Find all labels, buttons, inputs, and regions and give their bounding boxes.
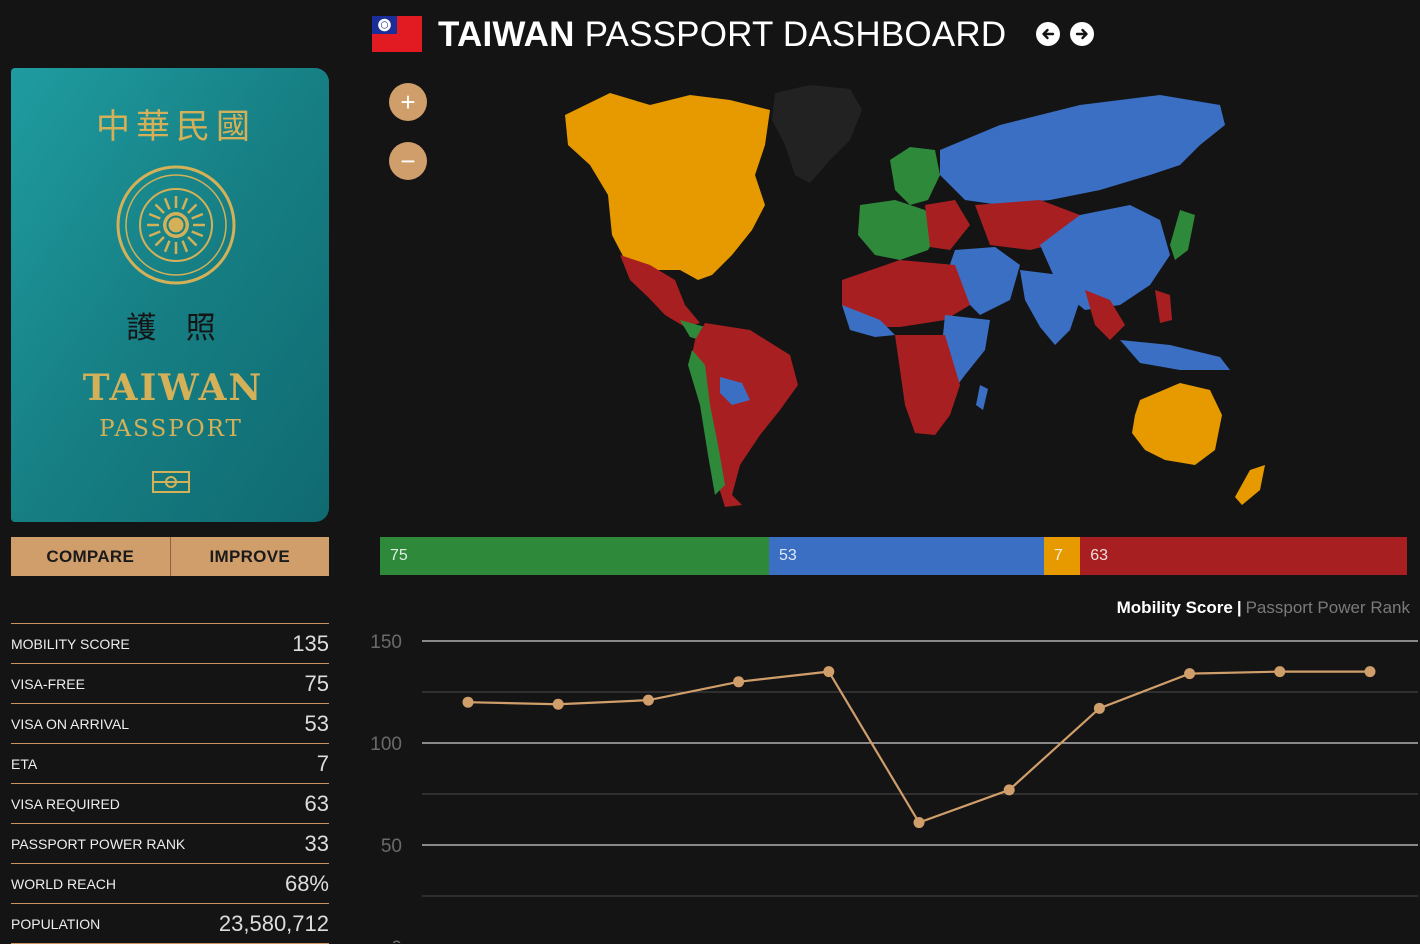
stat-value: 33: [304, 830, 329, 856]
title-rest: PASSPORT DASHBOARD: [584, 14, 1007, 54]
improve-button[interactable]: IMPROVE: [170, 537, 329, 576]
stat-row-visa-required: VISA REQUIRED 63: [11, 783, 329, 823]
mobility-score-chart: 150 100 50 0: [370, 632, 1418, 943]
data-point[interactable]: [1364, 666, 1376, 678]
chart-toggle: Mobility Score | Passport Power Rank: [1117, 598, 1410, 618]
taiwan-flag-icon: [372, 16, 422, 52]
page-title: TAIWAN PASSPORT DASHBOARD: [438, 17, 1006, 52]
arrow-left-icon: [1042, 28, 1055, 40]
map-region-greenland[interactable]: [772, 85, 862, 183]
stat-label: PASSPORT POWER RANK: [11, 835, 186, 852]
visa-on-arrival-count: 53: [779, 547, 797, 564]
visa-required-count: 63: [1090, 547, 1108, 564]
plus-icon: +: [400, 86, 416, 117]
stat-row-visa-on-arrival: VISA ON ARRIVAL 53: [11, 703, 329, 743]
stat-row-visa-free: VISA-FREE 75: [11, 663, 329, 703]
data-point[interactable]: [823, 666, 835, 678]
stat-value: 135: [292, 630, 329, 656]
visa-breakdown-bar: 75 53 7 63: [380, 537, 1407, 575]
stat-label: VISA ON ARRIVAL: [11, 715, 130, 732]
previous-button[interactable]: [1036, 22, 1061, 46]
visa-on-arrival-segment[interactable]: 53: [769, 537, 1044, 575]
data-point[interactable]: [733, 676, 745, 688]
header: TAIWAN PASSPORT DASHBOARD: [372, 8, 1095, 60]
stat-label: VISA REQUIRED: [11, 795, 120, 812]
eta-count: 7: [1053, 547, 1063, 564]
passport-doc: PASSPORT: [99, 416, 243, 442]
arrow-right-icon: [1076, 28, 1089, 40]
world-map[interactable]: [380, 65, 1410, 525]
passport-power-rank-tab[interactable]: Passport Power Rank: [1246, 598, 1410, 617]
visa-required-segment[interactable]: 63: [1080, 537, 1407, 575]
stat-value: 23,580,712: [218, 910, 329, 936]
map-region-scandinavia[interactable]: [890, 147, 940, 205]
data-point[interactable]: [1184, 668, 1196, 680]
stat-row-mobility-score: MOBILITY SCORE 135: [11, 623, 329, 663]
zoom-out-button[interactable]: −: [389, 142, 427, 180]
map-region-indonesia[interactable]: [1120, 340, 1230, 370]
data-point[interactable]: [552, 698, 564, 710]
stat-value: 53: [304, 710, 329, 736]
compare-button[interactable]: COMPARE: [11, 537, 171, 576]
stat-value: 7: [316, 750, 329, 776]
map-region-new-zealand[interactable]: [1235, 465, 1265, 505]
map-region-australia[interactable]: [1132, 383, 1222, 465]
stat-value: 63: [304, 790, 329, 816]
zoom-in-button[interactable]: +: [389, 83, 427, 121]
data-point[interactable]: [1093, 702, 1105, 714]
stat-value: 68%: [284, 870, 329, 896]
y-tick-label: 150: [370, 632, 402, 653]
data-point[interactable]: [642, 694, 654, 706]
data-point[interactable]: [913, 817, 925, 829]
passport-cover-image: 中華民國 護 照 TAIWAN PASSPORT: [11, 68, 329, 522]
toggle-separator: |: [1236, 598, 1242, 617]
data-point[interactable]: [1274, 666, 1286, 678]
stat-row-eta: ETA 7: [11, 743, 329, 783]
stat-label: POPULATION: [11, 915, 101, 932]
stats-table: MOBILITY SCORE 135 VISA-FREE 75 VISA ON …: [11, 623, 329, 944]
map-region-philippines[interactable]: [1155, 290, 1172, 323]
visa-free-count: 75: [390, 547, 408, 564]
series-line: [467, 670, 1370, 824]
map-region-japan[interactable]: [1170, 210, 1195, 260]
stat-label: ETA: [11, 755, 38, 772]
minus-icon: −: [400, 145, 416, 176]
stat-row-world-reach: WORLD REACH 68%: [11, 863, 329, 903]
y-tick-label: 100: [370, 734, 402, 755]
stat-label: WORLD REACH: [11, 875, 117, 892]
y-tick-label: 50: [381, 836, 402, 857]
stat-label: MOBILITY SCORE: [11, 635, 130, 652]
data-point[interactable]: [1003, 784, 1015, 796]
action-buttons: COMPARE IMPROVE: [11, 537, 329, 576]
data-point[interactable]: [462, 696, 474, 708]
passport-cover: 中華民國 護 照 TAIWAN PASSPORT: [11, 68, 329, 522]
y-tick-label: 0: [391, 938, 402, 943]
map-region-eastern-europe[interactable]: [925, 200, 970, 250]
map-region-madagascar[interactable]: [976, 385, 988, 410]
passport-middle-text: 護 照: [126, 311, 226, 346]
eta-segment[interactable]: 7: [1043, 537, 1081, 575]
stat-value: 75: [304, 670, 329, 696]
stat-row-population: POPULATION 23,580,712: [11, 903, 329, 944]
stat-label: VISA-FREE: [11, 675, 85, 692]
mobility-score-tab[interactable]: Mobility Score: [1117, 598, 1233, 617]
passport-top-text: 中華民國: [96, 107, 256, 147]
next-button[interactable]: [1070, 22, 1095, 46]
stat-row-passport-power-rank: PASSPORT POWER RANK 33: [11, 823, 329, 863]
visa-free-segment[interactable]: 75: [380, 537, 769, 575]
passport-country: TAIWAN: [83, 367, 264, 409]
map-region-north-america[interactable]: [565, 93, 770, 280]
map-region-russia[interactable]: [940, 95, 1225, 205]
title-country: TAIWAN: [438, 14, 575, 54]
